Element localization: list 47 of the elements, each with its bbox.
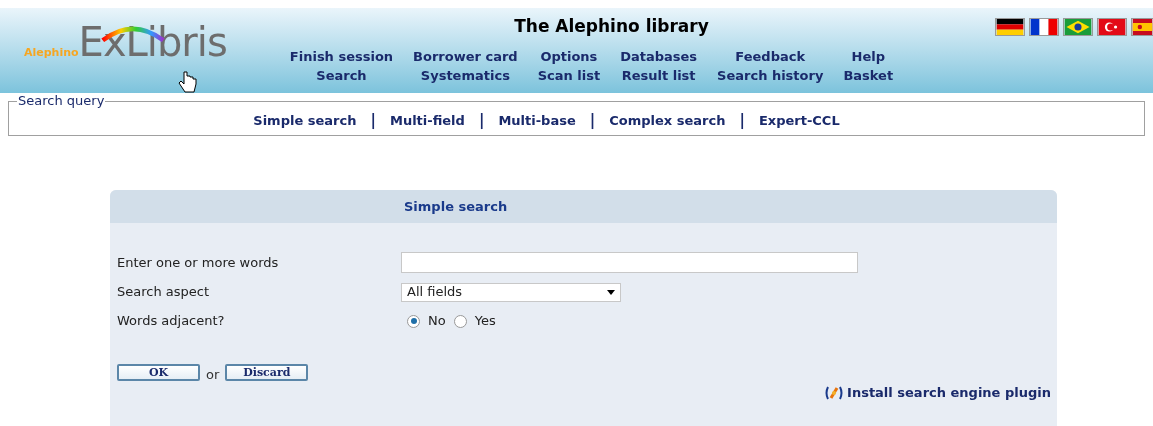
ok-button[interactable]: OK	[117, 364, 200, 381]
field-label: Enter one or more words	[117, 253, 280, 272]
page-title: The Alephino library	[514, 15, 709, 38]
form-title: Simple search	[404, 197, 508, 216]
turkish-flag-icon[interactable]	[1097, 18, 1127, 36]
separator: |	[589, 110, 596, 131]
menu-link[interactable]: Finish session	[289, 47, 394, 65]
radio-button[interactable]	[407, 314, 420, 328]
menu-link[interactable]: Result list	[621, 66, 696, 84]
field-label: Search aspect	[117, 283, 211, 302]
menu-link[interactable]: Systematics	[420, 66, 510, 84]
field-label: Words adjacent?	[117, 312, 226, 331]
menu-link[interactable]: Search history	[717, 66, 824, 84]
plugin-icon	[825, 384, 844, 401]
plugin-link[interactable]: Install search engine plugin	[825, 383, 1051, 403]
search-type-link[interactable]: Complex search	[609, 110, 726, 130]
search-type-link[interactable]: Expert-CCL	[758, 110, 840, 130]
menu-link[interactable]: Databases	[620, 47, 698, 65]
logo-subtitle: Alephino	[24, 47, 79, 58]
words-input-field[interactable]	[401, 252, 858, 273]
separator: |	[478, 110, 485, 131]
discard-button[interactable]: Discard	[225, 364, 309, 381]
search-type-link[interactable]: Multi-base	[498, 110, 576, 130]
brazilian-flag-icon[interactable]	[1063, 18, 1093, 36]
menu-link[interactable]: Feedback	[735, 47, 806, 65]
separator: |	[739, 110, 745, 131]
menu-link[interactable]: Options	[540, 47, 598, 65]
panel-legend: Search query	[17, 94, 106, 108]
search-type-link[interactable]: Simple search	[253, 110, 357, 130]
separator: |	[370, 110, 376, 131]
radio-option[interactable]: Yes	[453, 311, 496, 331]
menu-link[interactable]: Borrower card	[413, 47, 518, 65]
search-type-link[interactable]: Multi-field	[389, 110, 465, 130]
menu-link[interactable]: Basket	[843, 66, 894, 84]
logo[interactable]: ExLibris	[78, 22, 227, 62]
or-text: or	[206, 368, 220, 381]
menu-link[interactable]: Scan list	[537, 66, 601, 84]
radio-button[interactable]	[453, 314, 467, 328]
french-flag-icon[interactable]	[1029, 18, 1059, 36]
aspect-dropdown[interactable]: All fields	[401, 282, 621, 302]
hand-cursor-icon	[178, 70, 198, 94]
menu-link[interactable]: Search	[316, 66, 367, 84]
menu-link[interactable]: Help	[851, 47, 885, 65]
radio-option[interactable]: No	[407, 311, 446, 331]
spanish-flag-icon[interactable]	[1131, 18, 1153, 36]
caret-icon	[607, 289, 615, 295]
german-flag-icon[interactable]	[995, 18, 1025, 36]
